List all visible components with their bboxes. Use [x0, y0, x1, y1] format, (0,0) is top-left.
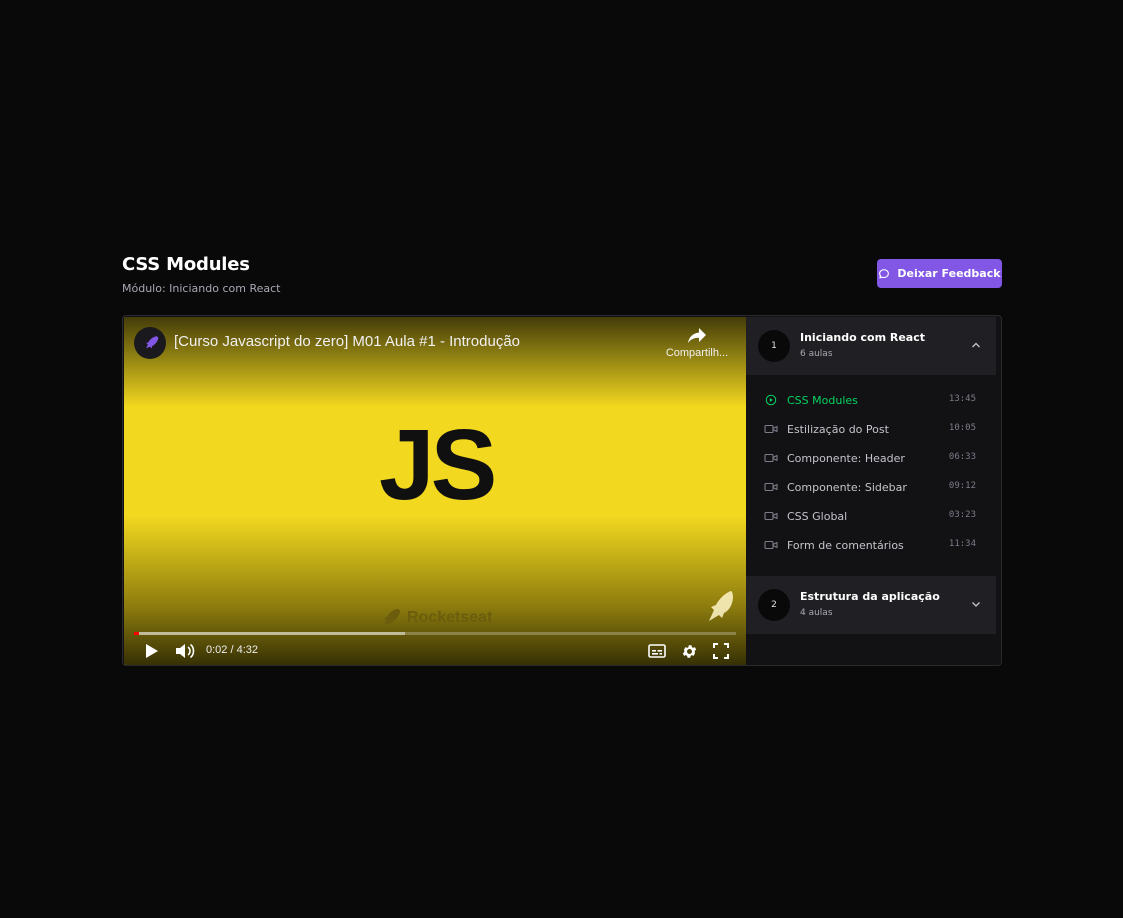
video-player[interactable]: JS Rocketseat [Curso Javascript do zero]… — [124, 317, 746, 665]
lesson-page: CSS Modules Módulo: Iniciando com React … — [122, 254, 1002, 666]
volume-icon — [176, 643, 195, 659]
watermark-text: Rocketseat — [407, 609, 493, 626]
progress-buffered — [134, 632, 405, 635]
module-subtitle: Módulo: Iniciando com React — [122, 282, 281, 295]
rocketseat-watermark: Rocketseat — [377, 606, 492, 630]
page-title: CSS Modules — [122, 254, 250, 275]
lesson-item-componente-sidebar[interactable]: Componente: Sidebar 09:12 — [746, 474, 996, 503]
volume-button[interactable] — [174, 641, 196, 661]
play-icon — [146, 644, 158, 658]
video-camera-icon — [764, 482, 778, 492]
chat-bubble-icon — [879, 268, 890, 278]
lesson-item-componente-header[interactable]: Componente: Header 06:33 — [746, 445, 996, 474]
share-label: Compartilh... — [665, 347, 729, 359]
chevron-down-icon[interactable] — [970, 598, 982, 610]
lesson-item-estilizacao-do-post[interactable]: Estilização do Post 10:05 — [746, 416, 996, 445]
subtitles-icon — [648, 644, 666, 658]
fullscreen-button[interactable] — [710, 641, 732, 661]
module-lesson-count: 6 aulas — [800, 349, 833, 359]
lesson-duration: 11:34 — [948, 539, 976, 549]
lesson-title: Componente: Header — [787, 452, 905, 465]
module-header-2[interactable]: 2 Estrutura da aplicação 4 aulas — [746, 576, 996, 634]
lesson-item-form-de-comentarios[interactable]: Form de comentários 11:34 — [746, 532, 996, 561]
share-button[interactable]: Compartilh... — [662, 327, 732, 359]
settings-button[interactable] — [678, 641, 700, 661]
video-camera-icon — [764, 424, 778, 434]
feedback-button-label: Deixar Feedback — [897, 267, 1001, 280]
lesson-header: CSS Modules Módulo: Iniciando com React … — [122, 254, 1002, 316]
chevron-up-icon[interactable] — [970, 339, 982, 351]
module-title: Estrutura da aplicação — [800, 590, 940, 603]
lesson-item-css-global[interactable]: CSS Global 03:23 — [746, 503, 996, 532]
video-controls: 0:02 / 4:32 — [124, 639, 746, 663]
rocket-icon — [146, 336, 159, 349]
rocket-logo-icon — [709, 591, 733, 621]
subtitles-button[interactable] — [646, 641, 668, 661]
video-camera-icon — [764, 540, 778, 550]
video-time: 0:02 / 4:32 — [206, 644, 258, 656]
module-header-1[interactable]: 1 Iniciando com React 6 aulas — [746, 317, 996, 375]
video-title[interactable]: [Curso Javascript do zero] M01 Aula #1 -… — [174, 333, 520, 350]
gear-icon — [682, 644, 696, 658]
share-arrow-icon — [688, 328, 706, 343]
module-title: Iniciando com React — [800, 331, 926, 344]
lesson-duration: 09:12 — [948, 481, 976, 491]
module-lesson-count: 4 aulas — [800, 608, 833, 618]
feedback-button[interactable]: Deixar Feedback — [877, 259, 1002, 288]
lesson-content: JS Rocketseat [Curso Javascript do zero]… — [122, 315, 1002, 666]
video-camera-icon — [764, 453, 778, 463]
play-circle-icon — [765, 394, 777, 406]
lesson-duration: 10:05 — [948, 423, 976, 433]
lesson-title: CSS Modules — [787, 394, 858, 407]
lesson-item-css-modules[interactable]: CSS Modules 13:45 — [746, 387, 996, 416]
channel-avatar[interactable] — [134, 327, 166, 359]
module-number: 2 — [758, 589, 790, 621]
fullscreen-icon — [713, 643, 729, 659]
lesson-duration: 06:33 — [948, 452, 976, 462]
video-top-overlay — [124, 317, 746, 407]
lesson-duration: 03:23 — [948, 510, 976, 520]
video-camera-icon — [764, 511, 778, 521]
video-js-logo: JS — [379, 409, 497, 521]
course-sidebar: 1 Iniciando com React 6 aulas CSS Module… — [746, 317, 996, 665]
progress-played — [134, 632, 139, 635]
lesson-list: CSS Modules 13:45 Estilização do Post 10… — [746, 387, 996, 561]
video-progress-bar[interactable] — [134, 632, 736, 635]
lesson-title: Componente: Sidebar — [787, 481, 907, 494]
rocket-icon — [384, 609, 400, 625]
play-button[interactable] — [141, 641, 163, 661]
lesson-duration: 13:45 — [948, 394, 976, 404]
lesson-title: CSS Global — [787, 510, 848, 523]
module-number: 1 — [758, 330, 790, 362]
lesson-title: Form de comentários — [787, 539, 904, 552]
lesson-title: Estilização do Post — [787, 423, 889, 436]
